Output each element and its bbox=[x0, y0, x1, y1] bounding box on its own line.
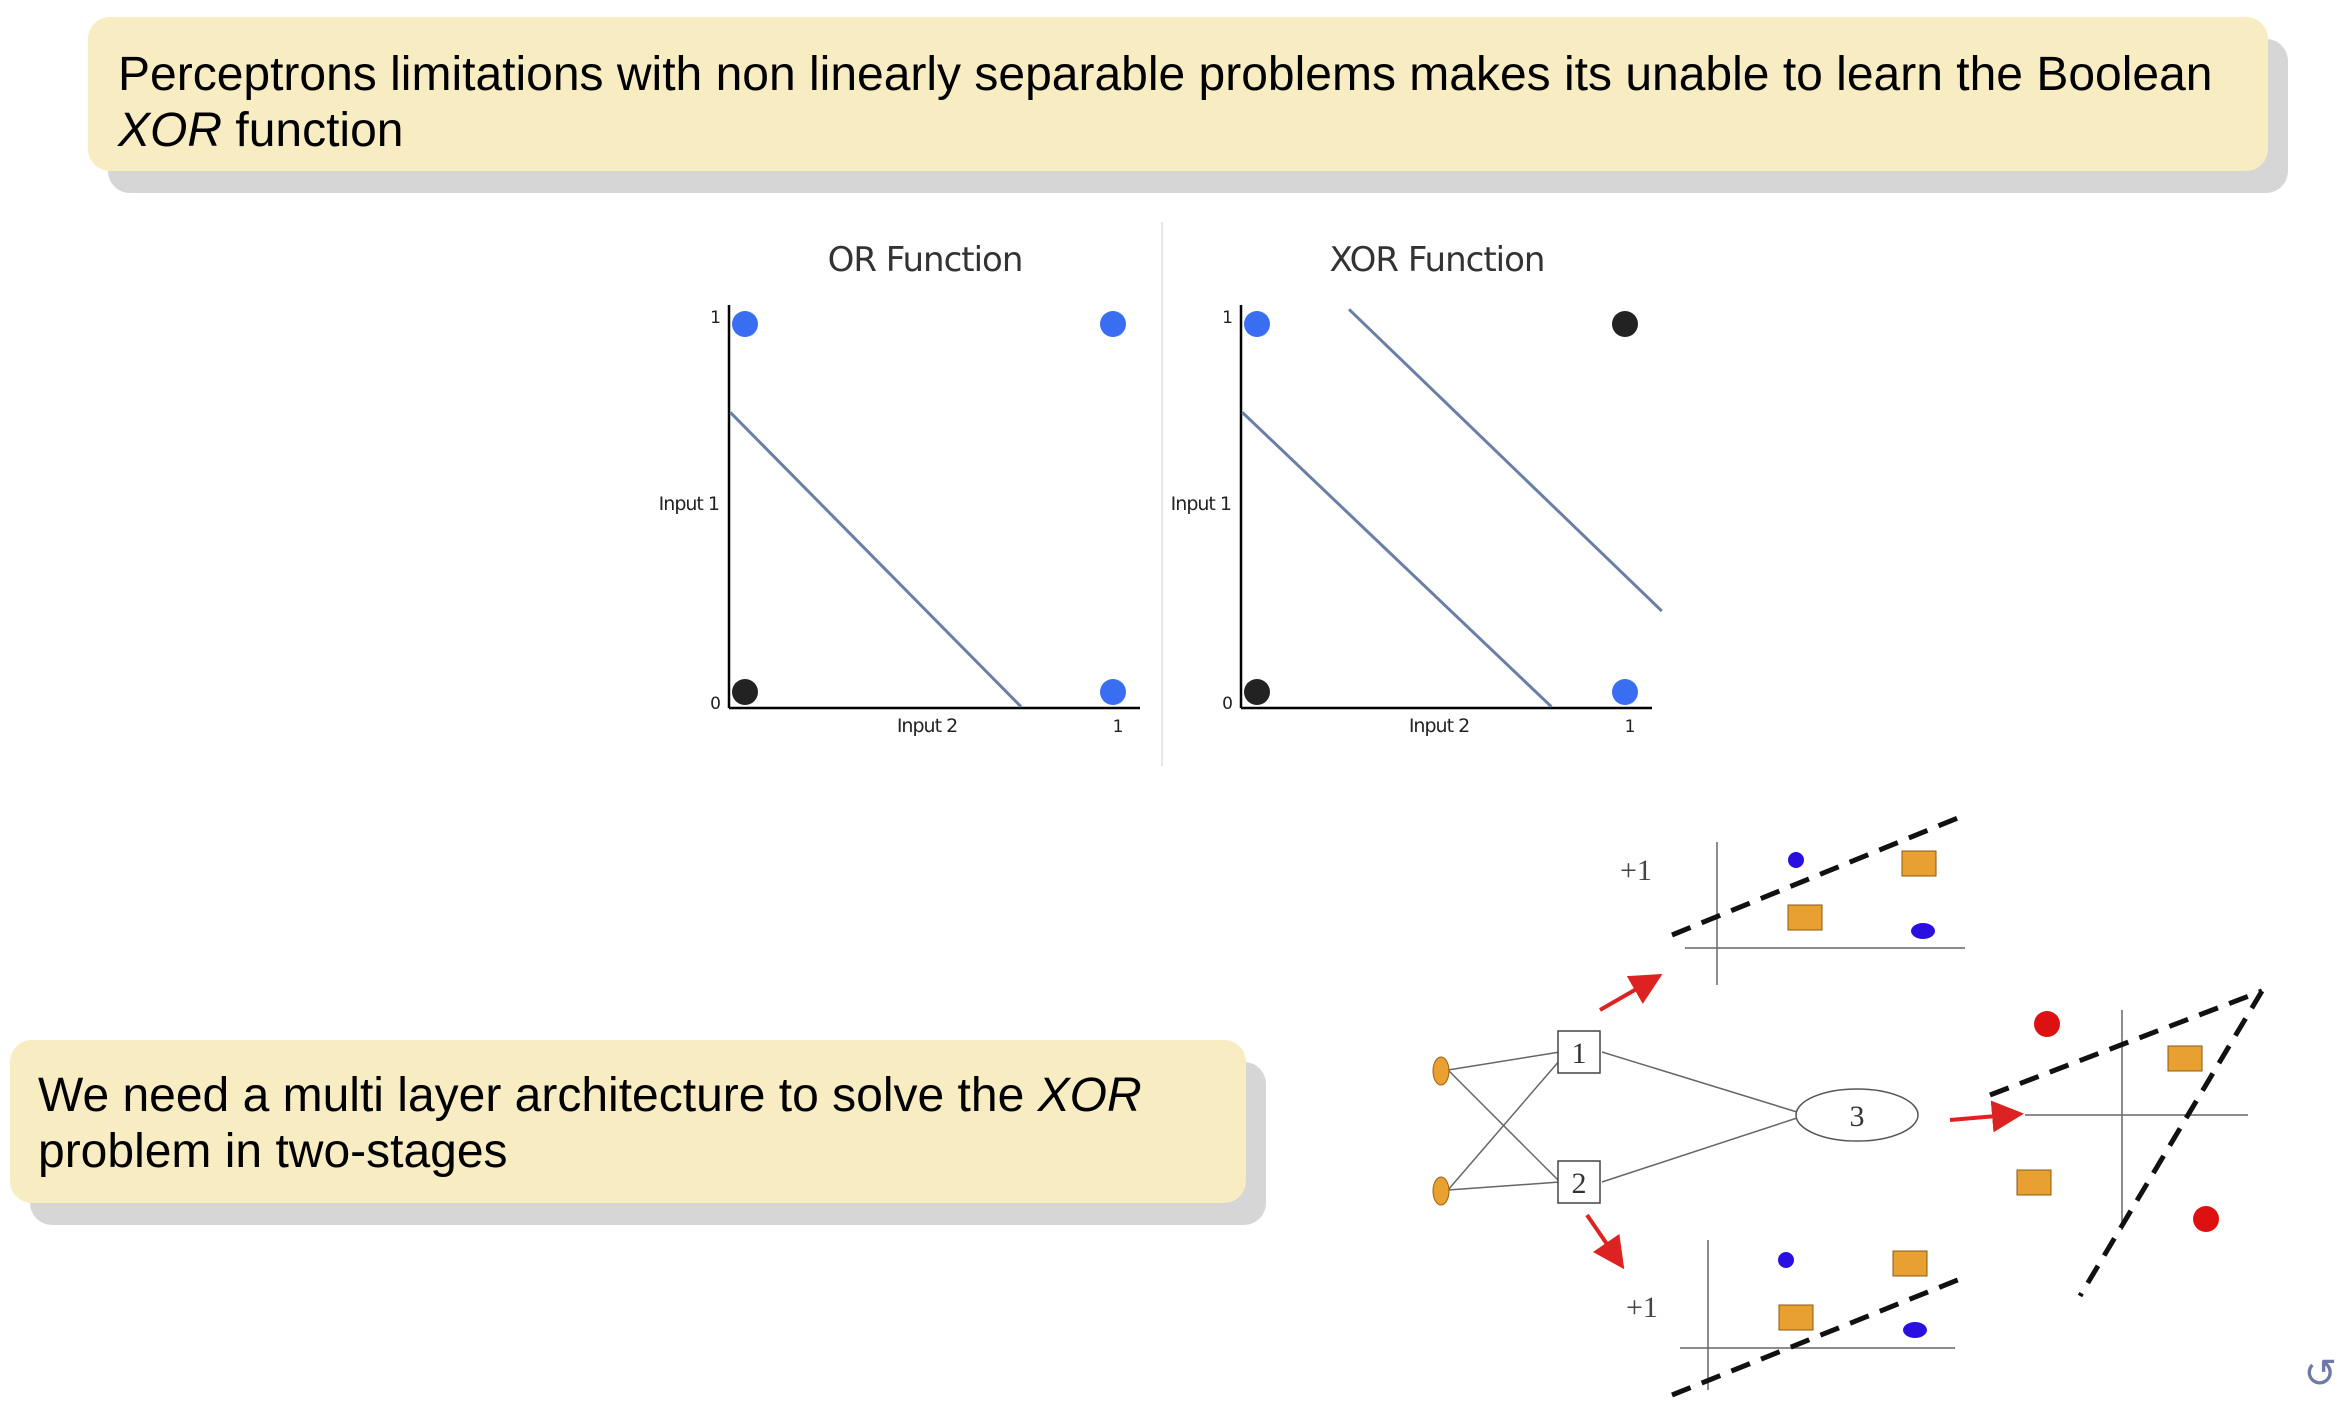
bottom-square-1 bbox=[1892, 1250, 1928, 1277]
output-boundary-2 bbox=[2077, 989, 2265, 1298]
output-boundary-1 bbox=[1989, 988, 2263, 1098]
top-square-2 bbox=[1787, 904, 1823, 931]
hidden-node-2-label: 2 bbox=[1572, 1167, 1587, 1200]
output-square-2 bbox=[2016, 1169, 2052, 1196]
input-node-1 bbox=[1432, 1056, 1450, 1086]
undo-arrow-icon[interactable]: ↺ bbox=[2303, 1351, 2337, 1397]
bottom-blue-point-2 bbox=[1903, 1322, 1927, 1338]
top-stage-plot: +1 bbox=[1620, 812, 1966, 985]
bottom-stage-plot: +1 bbox=[1626, 1240, 1966, 1398]
bias-label-top: +1 bbox=[1620, 854, 1652, 887]
bottom-square-2 bbox=[1778, 1304, 1814, 1331]
output-node-label: 3 bbox=[1850, 1100, 1865, 1133]
bottom-blue-point-1 bbox=[1778, 1252, 1794, 1268]
top-blue-point-2 bbox=[1911, 923, 1935, 939]
hidden-node-1-label: 1 bbox=[1572, 1037, 1587, 1070]
output-red-point-1 bbox=[2034, 1011, 2060, 1037]
two-stage-network-diagram: 1 2 3 +1 +1 bbox=[1432, 812, 2265, 1398]
input-node-2 bbox=[1432, 1176, 1450, 1206]
output-stage-plot bbox=[1989, 988, 2265, 1298]
arrow-to-bottom-plot bbox=[1585, 1213, 1625, 1270]
top-square-1 bbox=[1901, 850, 1937, 877]
top-blue-point-1 bbox=[1788, 852, 1804, 868]
bias-label-bottom: +1 bbox=[1626, 1291, 1658, 1324]
output-red-point-2 bbox=[2193, 1206, 2219, 1232]
arrow-to-output-plot bbox=[1949, 1100, 2024, 1133]
network-connections bbox=[1447, 1051, 1798, 1191]
arrow-to-top-plot bbox=[1599, 974, 1663, 1012]
output-square-1 bbox=[2167, 1045, 2203, 1072]
